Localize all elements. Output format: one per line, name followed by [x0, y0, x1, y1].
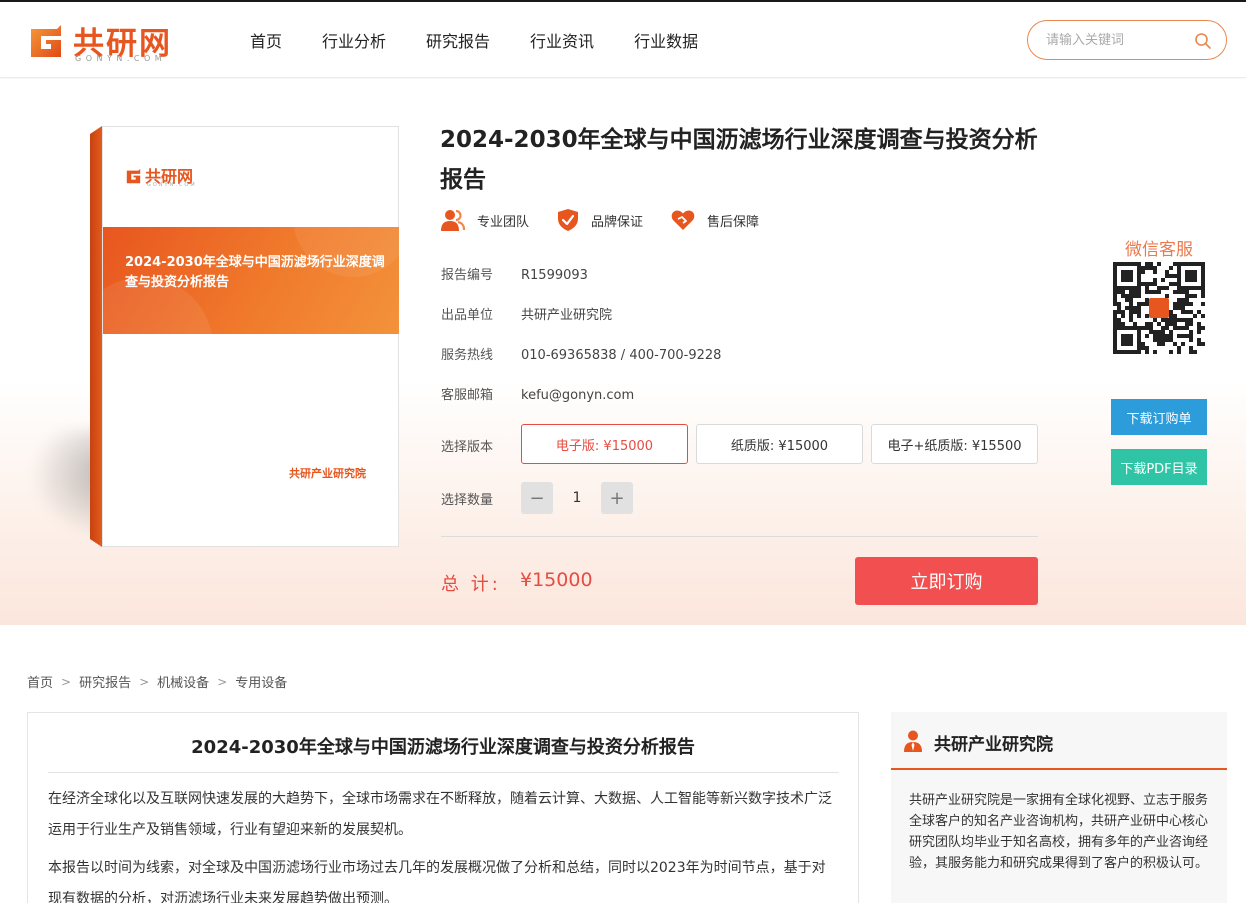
search-input[interactable] [1046, 31, 1186, 49]
quantity-label: 选择数量 [441, 493, 494, 508]
cover-title-band: 2024-2030年全球与中国沥滤场行业深度调查与投资分析报告 [103, 227, 399, 334]
guarantee-brand: 品牌保证 [557, 208, 643, 232]
nav-industry-news[interactable]: 行业资讯 [530, 28, 594, 52]
breadcrumb-research-reports[interactable]: 研究报告 [79, 672, 131, 691]
nav-industry-data[interactable]: 行业数据 [634, 28, 698, 52]
breadcrumb-home[interactable]: 首页 [27, 672, 53, 691]
quantity-decrease-button[interactable]: − [521, 482, 553, 514]
shield-check-icon [558, 209, 579, 231]
cover-logo-subtext: GONYN.COM [147, 182, 197, 188]
quantity-value[interactable]: 1 [553, 482, 601, 514]
summary-paragraph: 在经济全球化以及互联网快速发展的大趋势下，全球市场需求在不断释放，随着云计算、大… [48, 791, 832, 838]
info-hotline: 服务热线 010-69365838 / 400-700-9228 [441, 344, 721, 363]
version-electronic-option[interactable]: 电子版: ¥15000 [521, 424, 688, 464]
cover-logo-icon [126, 168, 141, 184]
institute-card: 共研产业研究院 共研产业研究院是一家拥有全球化视野、立志于服务全球客户的知名产业… [891, 712, 1227, 903]
divider [441, 536, 1038, 537]
breadcrumb-machinery[interactable]: 机械设备 [157, 672, 209, 691]
info-label: 出品单位 [441, 308, 494, 323]
info-report-number: 报告编号 R1599093 [441, 264, 588, 283]
breadcrumb: 首页 > 研究报告 > 机械设备 > 专用设备 [27, 672, 287, 692]
guarantee-team-label: 专业团队 [477, 214, 530, 230]
wechat-qr-code [1113, 262, 1205, 354]
download-order-form-button[interactable]: 下载订购单 [1111, 399, 1207, 435]
version-label: 选择版本 [441, 440, 494, 455]
report-title: 2024-2030年全球与中国沥滤场行业深度调查与投资分析报告 [440, 127, 1038, 193]
version-paper-option[interactable]: 纸质版: ¥15000 [696, 424, 863, 464]
info-label: 报告编号 [441, 268, 494, 283]
info-value: 共研产业研究院 [521, 308, 613, 323]
guarantee-aftersales-label: 售后保障 [707, 214, 760, 230]
total-label: 总 计: [441, 574, 501, 595]
info-publisher: 出品单位 共研产业研究院 [441, 304, 612, 323]
info-value: R1599093 [521, 268, 588, 283]
report-cover: 共研网 GONYN.COM 2024-2030年全球与中国沥滤场行业深度调查与投… [90, 126, 399, 547]
institute-name: 共研产业研究院 [934, 735, 1053, 755]
summary-divider [48, 772, 839, 773]
cover-publisher: 共研产业研究院 [289, 467, 366, 480]
guarantee-aftersales: 售后保障 [671, 208, 759, 232]
summary-paragraph: 本报告以时间为线索，对全球及中国沥滤场行业市场过去几年的发展概况做了分析和总结，… [48, 860, 826, 903]
chevron-right-icon: > [139, 674, 150, 689]
summary-title: 2024-2030年全球与中国沥滤场行业深度调查与投资分析报告 [191, 737, 695, 758]
cover-title: 2024-2030年全球与中国沥滤场行业深度调查与投资分析报告 [125, 255, 385, 290]
wechat-service-title: 微信客服 [1125, 240, 1193, 260]
institute-description: 共研产业研究院是一家拥有全球化视野、立志于服务全球客户的知名产业咨询机构，共研产… [909, 793, 1209, 871]
logo-g-icon [31, 25, 61, 57]
info-label: 服务热线 [441, 348, 494, 363]
cover-page: 共研网 GONYN.COM 2024-2030年全球与中国沥滤场行业深度调查与投… [102, 126, 399, 547]
cover-spine [90, 126, 102, 547]
search-box [1027, 20, 1227, 60]
site-header: 共研网 GONYN.COM 首页 行业分析 研究报告 行业资讯 行业数据 [0, 2, 1246, 78]
buy-now-button[interactable]: 立即订购 [855, 557, 1038, 605]
guarantee-brand-label: 品牌保证 [591, 214, 644, 230]
download-pdf-catalog-button[interactable]: 下载PDF目录 [1111, 449, 1207, 485]
info-value: 010-69365838 / 400-700-9228 [521, 348, 722, 363]
version-combo-option[interactable]: 电子+纸质版: ¥15500 [871, 424, 1038, 464]
quantity-increase-button[interactable]: + [601, 482, 633, 514]
main-nav: 首页 行业分析 研究报告 行业资讯 行业数据 [250, 28, 738, 52]
institute-card-header: 共研产业研究院 [891, 712, 1227, 770]
guarantee-list: 专业团队 品牌保证 售后保障 [441, 208, 787, 232]
heart-handshake-icon [671, 210, 695, 230]
site-logo[interactable]: 共研网 GONYN.COM [27, 21, 197, 65]
info-value[interactable]: kefu@gonyn.com [521, 388, 634, 403]
search-icon[interactable] [1194, 32, 1212, 50]
logo-subtext: GONYN.COM [75, 54, 167, 63]
guarantee-team: 专业团队 [441, 208, 529, 232]
chevron-right-icon: > [217, 674, 228, 689]
info-label: 客服邮箱 [441, 388, 494, 403]
info-email: 客服邮箱 kefu@gonyn.com [441, 384, 634, 403]
total-price: ¥15000 [520, 569, 593, 591]
nav-industry-analysis[interactable]: 行业分析 [322, 28, 386, 52]
team-icon [441, 209, 465, 231]
chevron-right-icon: > [61, 674, 72, 689]
breadcrumb-special-equipment[interactable]: 专用设备 [235, 672, 287, 691]
nav-research-reports[interactable]: 研究报告 [426, 28, 490, 52]
nav-home[interactable]: 首页 [250, 28, 282, 52]
person-icon [904, 730, 922, 752]
report-summary: 2024-2030年全球与中国沥滤场行业深度调查与投资分析报告 在经济全球化以及… [27, 712, 859, 903]
